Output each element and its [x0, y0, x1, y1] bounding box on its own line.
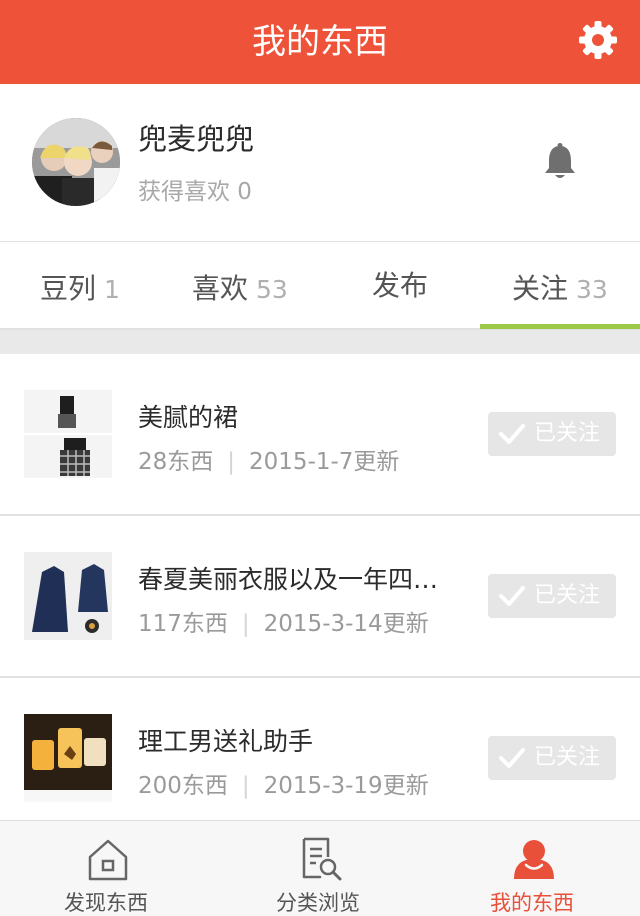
- nav-browse[interactable]: 分类浏览: [238, 821, 398, 916]
- item-count: 200东西: [138, 773, 228, 799]
- likes-count: 获得喜欢 0: [138, 179, 252, 205]
- nav-my-stuff[interactable]: 我的东西: [452, 821, 612, 916]
- check-icon: [499, 586, 525, 606]
- tab-count: 33: [576, 275, 608, 304]
- gear-icon[interactable]: [578, 20, 618, 60]
- user-icon: [514, 840, 554, 879]
- check-icon: [499, 748, 525, 768]
- tab-label: 发布: [372, 269, 429, 302]
- tab-publish[interactable]: 发布: [372, 242, 428, 330]
- list-item[interactable]: 理工男送礼助手 200东西 | 2015-3-19更新 已关注: [0, 678, 640, 840]
- nav-label: 分类浏览: [276, 891, 360, 915]
- updated-date: 2015-1-7更新: [249, 449, 400, 475]
- tab-doulie[interactable]: 豆列 1: [40, 242, 120, 330]
- meta-separator: |: [241, 773, 250, 799]
- list-item[interactable]: 美腻的裙 28东西 | 2015-1-7更新 已关注: [0, 354, 640, 516]
- collection-name: 美腻的裙: [138, 403, 239, 432]
- tab-likes[interactable]: 喜欢 53: [192, 242, 288, 330]
- list-item[interactable]: 春夏美丽衣服以及一年四… 117东西 | 2015-3-14更新 已关注: [0, 516, 640, 678]
- section-divider: [0, 330, 640, 354]
- check-icon: [499, 424, 525, 444]
- item-count: 28东西: [138, 449, 214, 475]
- profile-section: 兜麦兜兜 获得喜欢 0: [0, 84, 640, 242]
- tab-label: 关注: [512, 272, 569, 305]
- bell-icon[interactable]: [540, 142, 580, 182]
- tab-label: 豆列: [40, 272, 97, 305]
- home-icon: [88, 839, 128, 881]
- updated-date: 2015-3-19更新: [263, 773, 429, 799]
- item-count: 117东西: [138, 611, 228, 637]
- tab-label: 喜欢: [192, 272, 249, 305]
- meta-separator: |: [241, 611, 250, 637]
- collection-meta: 200东西 | 2015-3-19更新: [138, 766, 429, 800]
- active-tab-indicator: [480, 324, 640, 329]
- collection-meta: 28东西 | 2015-1-7更新: [138, 442, 399, 476]
- page-title: 我的东西: [252, 22, 388, 62]
- collection-thumbnail: [24, 552, 112, 640]
- avatar[interactable]: [32, 118, 120, 206]
- following-button[interactable]: 已关注: [488, 574, 616, 618]
- meta-separator: |: [227, 449, 236, 475]
- nav-label: 我的东西: [490, 891, 574, 915]
- nav-discover[interactable]: 发现东西: [26, 821, 186, 916]
- collection-thumbnail: [24, 390, 112, 478]
- browse-icon: [302, 837, 342, 881]
- collection-thumbnail: [24, 714, 112, 802]
- tab-bar: 豆列 1 喜欢 53 发布 关注 33: [0, 242, 640, 330]
- collection-name: 理工男送礼助手: [138, 727, 314, 756]
- following-label: 已关注: [534, 421, 601, 446]
- tab-following[interactable]: 关注 33: [512, 242, 608, 330]
- nav-label: 发现东西: [64, 891, 148, 915]
- tab-count: 53: [256, 275, 288, 304]
- top-bar: 我的东西: [0, 0, 640, 84]
- collection-name: 春夏美丽衣服以及一年四…: [138, 565, 439, 594]
- tab-count: 1: [104, 275, 120, 304]
- bottom-nav: 发现东西 分类浏览 我的东西: [0, 820, 640, 916]
- collection-meta: 117东西 | 2015-3-14更新: [138, 604, 429, 638]
- profile-name: 兜麦兜兜: [138, 122, 255, 156]
- following-button[interactable]: 已关注: [488, 736, 616, 780]
- following-button[interactable]: 已关注: [488, 412, 616, 456]
- following-label: 已关注: [534, 745, 601, 770]
- updated-date: 2015-3-14更新: [263, 611, 429, 637]
- following-label: 已关注: [534, 583, 601, 608]
